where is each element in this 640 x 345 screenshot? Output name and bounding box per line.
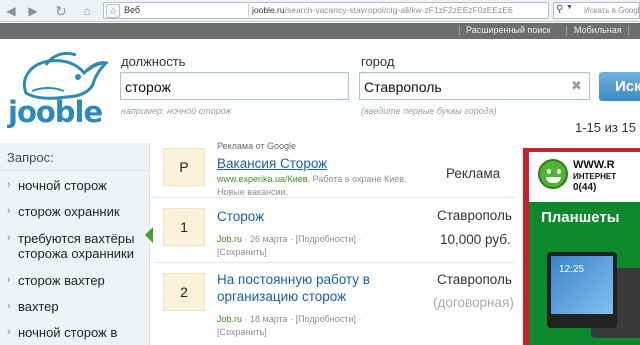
advanced-search-link[interactable]: Расширенный поиск — [466, 25, 551, 35]
back-icon[interactable]: ◀ — [4, 4, 18, 18]
row-divider — [155, 197, 515, 198]
search-placeholder: Искать в Google — [584, 6, 640, 15]
chevron-right-icon: › — [7, 326, 11, 338]
browser-toolbar: ◀ ▶ ↻ ⌂ ☆ Веб jooble.ru/search-vacancy-s… — [0, 0, 640, 22]
sidebar-item-label: вахтер — [18, 299, 59, 314]
chevron-right-icon: › — [7, 274, 11, 286]
result-salary: 10,000 руб. — [440, 232, 511, 247]
sidebar-item[interactable]: › сторож вахтер — [7, 273, 147, 288]
result-meta: Job.ru · 26 марта · [Подробности] · [Сохр… — [217, 234, 362, 257]
results-count: 1-15 из 15 — [575, 120, 636, 135]
browser-search-input[interactable]: ⚲ ▼ Искать в Google — [553, 2, 640, 19]
city-label: город — [361, 54, 395, 69]
chevron-right-icon: › — [7, 232, 11, 244]
result-snippet: Работа в охране Киев. — [312, 174, 407, 184]
sidebar-item[interactable]: › вахтер — [7, 299, 147, 314]
logo-wordmark: jooble — [8, 95, 103, 129]
sidebar-item[interactable]: › ночной сторож в — [7, 325, 147, 340]
tablet-clock: 12:25 — [559, 264, 585, 275]
sidebar-item-label: ночной сторож — [18, 178, 107, 193]
result-badge: 2 — [163, 273, 205, 311]
address-url[interactable]: jooble.ru/search-vacancy-stavropol/ctg-a… — [252, 5, 513, 15]
tablet-icon: 12:25 — [547, 252, 617, 328]
result-city: Ставрополь — [437, 208, 512, 223]
sidebar-item-label: сторож вахтер — [18, 273, 105, 288]
banner-headline: Планшеты — [541, 209, 620, 226]
url-domain: jooble.ru — [252, 5, 285, 15]
url-path: /search-vacancy-stavropol/ctg-all/kw-zF1… — [284, 5, 513, 15]
city-hint: (введите первые буквы города) — [361, 106, 497, 116]
address-mode-label: Веб — [124, 5, 141, 15]
result-source[interactable]: Job.ru — [217, 314, 242, 324]
mobile-link[interactable]: Мобильная — [574, 25, 622, 35]
forward-icon[interactable]: ▶ — [26, 4, 40, 18]
sidebar-item-active[interactable]: › требуются вахтёры сторожа охранники — [7, 231, 147, 261]
site-logo[interactable]: jooble — [6, 47, 112, 131]
banner-phone: 0(44) — [573, 182, 597, 193]
banner-subtitle: ИНТЕРНЕТ — [573, 172, 617, 181]
chevron-right-icon: › — [7, 179, 11, 191]
chevron-right-icon: › — [7, 205, 11, 217]
ad-marker: Реклама — [446, 166, 501, 181]
header-divider — [628, 26, 629, 36]
result-title-link[interactable]: На постоянную работу в организацию сторож — [217, 271, 370, 305]
smiley-icon — [538, 159, 568, 189]
city-input[interactable]: Ставрополь — [359, 72, 590, 100]
row-divider — [155, 262, 515, 263]
find-button[interactable]: Иск — [599, 72, 640, 101]
clear-city-icon[interactable]: ✖ — [571, 78, 582, 94]
header-divider — [566, 26, 567, 36]
search-icon: ⚲ — [556, 4, 564, 15]
position-input[interactable]: сторож — [120, 72, 349, 100]
ad-label: Реклама от Google — [217, 141, 297, 151]
address-divider — [248, 4, 249, 17]
banner-promo: Планшеты 12:25 — [529, 202, 640, 345]
sidebar-title: Запрос: — [7, 150, 54, 165]
ad-banner[interactable]: WWW.R ИНТЕРНЕТ 0(44) Планшеты 12:25 — [523, 148, 640, 345]
header-divider — [459, 26, 460, 36]
bookmark-icon[interactable]: ☆ — [106, 4, 120, 18]
result-date: 18 марта — [250, 314, 288, 324]
result-badge: 1 — [163, 208, 205, 246]
result-snippet-2: Новые вакансии. — [217, 187, 289, 197]
banner-panel: WWW.R ИНТЕРНЕТ 0(44) Планшеты 12:25 — [529, 152, 640, 345]
chevron-right-icon: › — [7, 300, 11, 312]
result-title-link[interactable]: Сторож — [217, 208, 264, 225]
result-meta: www.experika.ua/Киев. Работа в охране Ки… — [217, 173, 427, 199]
result-salary: (договорная) — [433, 295, 514, 310]
save-link[interactable]: [Сохранить] — [217, 327, 267, 337]
home-icon[interactable]: ⌂ — [80, 4, 94, 18]
result-title-line-1: На постоянную работу в — [217, 272, 370, 287]
banner-site: WWW.R — [573, 159, 615, 171]
details-link[interactable]: [Подробности] — [296, 314, 356, 324]
position-hint: например: ночной сторож — [121, 106, 232, 116]
position-label: должность — [121, 54, 186, 69]
result-meta: Job.ru · 18 марта · [Подробности] · [Сохр… — [217, 314, 362, 337]
result-title-link[interactable]: Вакансия Сторож — [217, 155, 327, 172]
result-title-line-2: организацию сторож — [217, 289, 347, 304]
site-header-bar: Расширенный поиск Мобильная — [0, 23, 640, 39]
sidebar-item[interactable]: › ночной сторож — [7, 178, 147, 193]
sidebar-item-label: требуются вахтёры сторожа охранники — [18, 231, 135, 261]
result-badge: P — [163, 148, 205, 186]
chevron-down-icon[interactable]: ▼ — [566, 4, 573, 11]
result-source[interactable]: www.experika.ua/Киев. — [217, 174, 310, 184]
result-source[interactable]: Job.ru — [217, 234, 242, 244]
sidebar-divider — [0, 170, 150, 171]
active-item-pointer — [145, 227, 153, 243]
address-bar[interactable]: ☆ Веб jooble.ru/search-vacancy-stavropol… — [103, 2, 549, 19]
details-link[interactable]: [Подробности] — [296, 234, 356, 244]
save-link[interactable]: [Сохранить] — [217, 247, 267, 257]
city-input-value: Ставрополь — [364, 79, 442, 95]
tablet-screen: 12:25 — [551, 256, 613, 314]
result-date: 26 марта — [250, 234, 288, 244]
reload-icon[interactable]: ↻ — [54, 4, 68, 18]
sidebar-item-label: ночной сторож в — [18, 325, 118, 340]
sidebar-item-label: сторож охранник — [18, 204, 120, 219]
result-city: Ставрополь — [437, 272, 512, 287]
sidebar-item[interactable]: › сторож охранник — [7, 204, 147, 219]
position-input-value: сторож — [125, 79, 171, 95]
